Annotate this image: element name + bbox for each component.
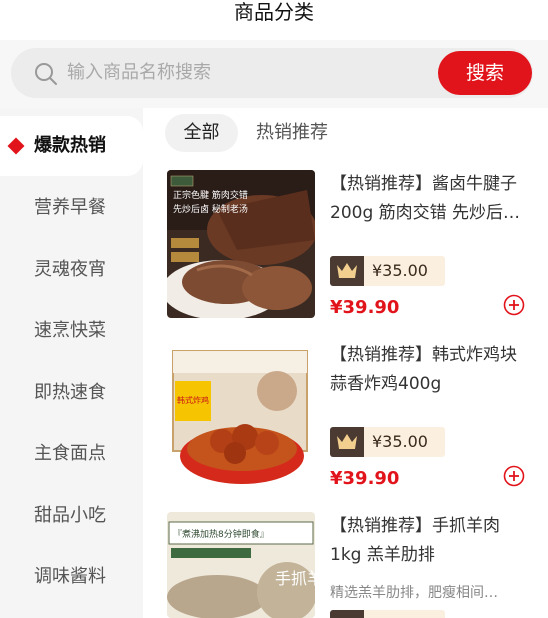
sidebar-item-label: 灵魂夜宵 [34,259,106,280]
product-image-lamb-ribs[interactable]: 『煮沸加热8分钟即食』 手抓羊 [167,512,315,618]
member-price: ¥35.00 [372,261,428,280]
sidebar-item-label: 主食面点 [34,443,106,464]
sidebar-item-sauce[interactable]: 调味酱料 [0,547,143,607]
active-indicator-icon [7,137,25,155]
sidebar-item-quick-dish[interactable]: 速烹快菜 [0,301,143,361]
member-crown-icon [330,427,364,457]
search-box[interactable]: 搜索 [11,48,533,98]
image-caption: 『煮沸加热8分钟即食』 [173,528,269,540]
category-sidebar: 爆款热销 营养早餐 灵魂夜宵 速烹快菜 即热速食 主食面点 甜品小吃 调味酱料 [0,108,143,618]
sidebar-item-label: 速烹快菜 [34,320,106,341]
image-caption: 韩式炸鸡 [177,395,209,405]
sidebar-item-dessert[interactable]: 甜品小吃 [0,486,143,546]
product-image-fried-chicken[interactable]: 韩式炸鸡 [167,341,315,489]
search-input[interactable] [67,48,427,98]
sidebar-item-hot[interactable]: 爆款热销 [0,116,143,176]
product-card[interactable]: 正宗色腱 筋肉交错 先炒后卤 秘制老汤 【热销推荐】酱卤牛腱子 200g 筋肉交… [165,170,535,330]
sidebar-item-instant-food[interactable]: 即热速食 [0,363,143,423]
product-name[interactable]: 【热销推荐】韩式炸鸡块 蒜香炸鸡400g [330,341,530,399]
product-image-beef-shank[interactable]: 正宗色腱 筋肉交错 先炒后卤 秘制老汤 [167,170,315,318]
sidebar-item-late-night[interactable]: 灵魂夜宵 [0,240,143,300]
product-card[interactable]: 『煮沸加热8分钟即食』 手抓羊 【热销推荐】手抓羊肉1kg 羔羊肋排 精选羔羊肋… [165,512,535,618]
product-name[interactable]: 【热销推荐】酱卤牛腱子 200g 筋肉交错 先炒后卤 秘制老汤 [330,170,530,228]
sidebar-item-breakfast[interactable]: 营养早餐 [0,178,143,238]
image-caption: 正宗色腱 筋肉交错 [173,189,248,201]
member-price-badge: ¥35.00 [330,256,445,286]
page-title: 商品分类 [234,0,314,24]
product-card[interactable]: 韩式炸鸡 【热销推荐】韩式炸鸡块 蒜香炸鸡400g ¥35.00 ¥39.90 [165,341,535,501]
add-to-cart-icon[interactable] [503,294,525,316]
search-icon [35,63,57,85]
member-price-badge: ¥35.00 [330,427,445,457]
sidebar-item-staple[interactable]: 主食面点 [0,424,143,484]
image-caption: 先炒后卤 秘制老汤 [173,203,248,215]
product-price: ¥39.90 [330,297,400,318]
sidebar-item-label: 爆款热销 [34,135,106,156]
member-crown-icon [330,610,364,618]
search-button[interactable]: 搜索 [438,51,532,95]
sidebar-item-label: 甜品小吃 [34,505,106,526]
product-name[interactable]: 【热销推荐】手抓羊肉1kg 羔羊肋排 [330,512,530,570]
member-crown-icon [330,256,364,286]
tab-all[interactable]: 全部 [165,114,238,152]
add-to-cart-icon[interactable] [503,465,525,487]
sidebar-item-label: 即热速食 [34,382,106,403]
tab-hot-recommend[interactable]: 热销推荐 [256,114,328,152]
sidebar-item-label: 营养早餐 [34,197,106,218]
search-area: 搜索 [0,40,548,108]
top-bar: 商品分类 [0,0,548,40]
product-description: 精选羔羊肋排，肥瘦相间… [330,585,498,601]
member-price: ¥35.00 [372,432,428,451]
sidebar-item-label: 调味酱料 [34,566,106,587]
product-price: ¥39.90 [330,468,400,489]
image-caption: 手抓羊 [275,569,315,588]
member-price-badge [330,610,445,618]
